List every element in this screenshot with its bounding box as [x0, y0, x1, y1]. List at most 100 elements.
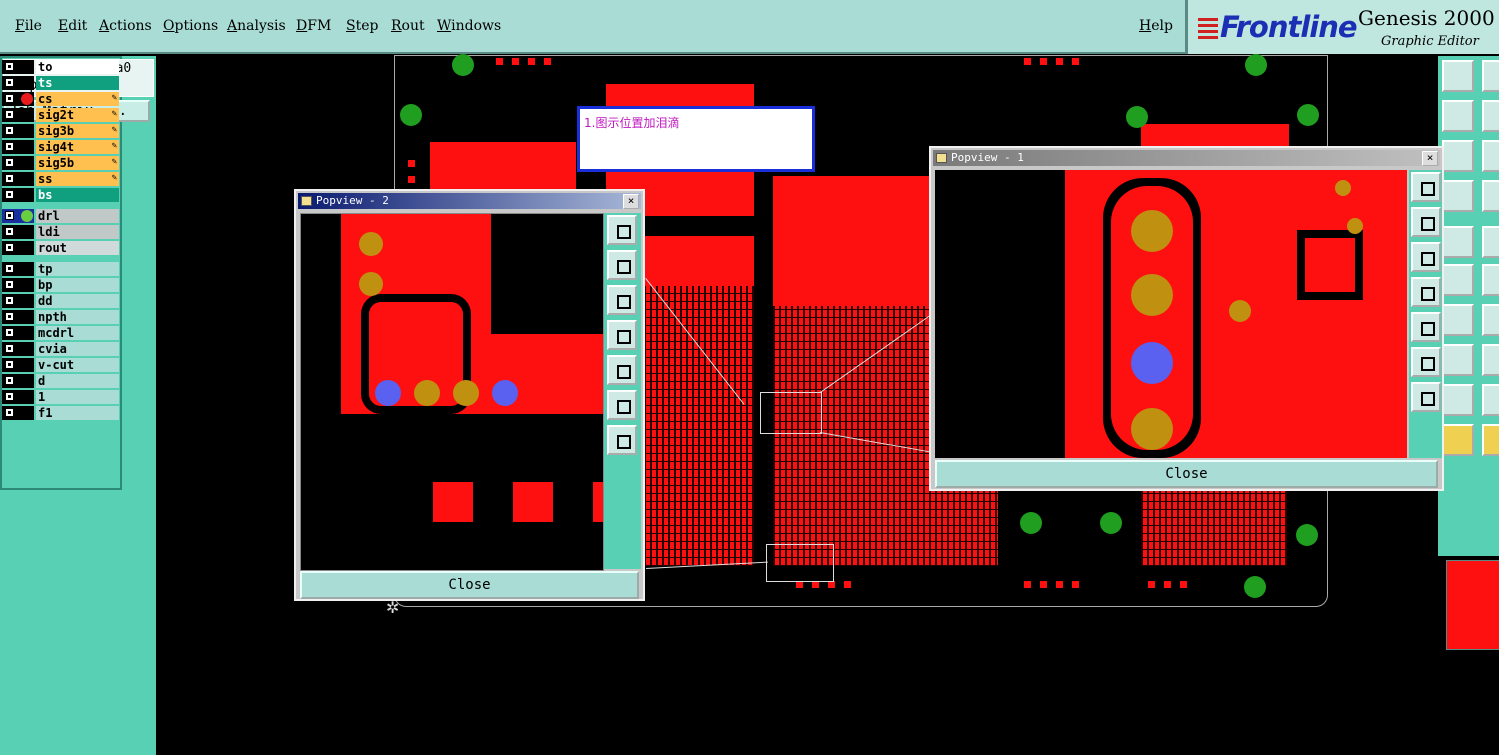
layer-checkbox[interactable] — [5, 312, 14, 321]
layer-checkbox[interactable] — [5, 344, 14, 353]
zoom-right-icon[interactable] — [1482, 100, 1499, 132]
menu-actions[interactable]: Actions — [99, 18, 152, 34]
zoom-home-icon[interactable] — [1442, 60, 1474, 92]
zoom-in-icon[interactable] — [1482, 60, 1499, 92]
layer-checkbox[interactable] — [5, 280, 14, 289]
pointer-icon[interactable] — [1482, 424, 1499, 456]
menu-file[interactable]: File — [15, 18, 42, 34]
menu-options[interactable]: Options — [163, 18, 218, 34]
layer-row[interactable]: v-cut — [2, 358, 119, 372]
popview-1-close-button[interactable]: Close — [935, 460, 1438, 488]
pan-icon[interactable] — [1482, 140, 1499, 172]
menu-dfm[interactable]: DFM — [296, 18, 331, 34]
menu-step[interactable]: Step — [346, 18, 378, 34]
snap-icon[interactable] — [1442, 226, 1474, 258]
layer-row[interactable]: bs — [2, 188, 119, 202]
menu-rout[interactable]: Rout — [391, 18, 425, 34]
layer-checkbox[interactable] — [5, 110, 14, 119]
popview-2-viewport[interactable] — [300, 213, 604, 571]
layer-checkbox[interactable] — [5, 227, 14, 236]
popview-2-close-button[interactable]: Close — [300, 571, 639, 599]
layer-row[interactable]: ss ✎ — [2, 172, 119, 186]
layer-checkbox[interactable] — [5, 328, 14, 337]
popview-1-titlebar[interactable]: Popview - 1 × — [933, 150, 1440, 166]
layer-row[interactable]: sig4t ✎ — [2, 140, 119, 154]
pan-up-icon[interactable] — [1411, 207, 1441, 237]
zoom-out-icon[interactable] — [607, 425, 637, 455]
layer-checkbox[interactable] — [5, 392, 14, 401]
measure-icon[interactable] — [1442, 180, 1474, 212]
layer-checkbox[interactable] — [5, 264, 14, 273]
measure-alt-icon[interactable] — [1482, 180, 1499, 212]
layer-row[interactable]: sig2t ✎ — [2, 108, 119, 122]
angle-tool-icon[interactable] — [1482, 384, 1499, 416]
layer-row[interactable]: bp — [2, 278, 119, 292]
popview-2-title: Popview - 2 — [316, 194, 389, 207]
layer-row[interactable]: f1 — [2, 406, 119, 420]
layer-row[interactable]: npth — [2, 310, 119, 324]
layer-checkbox[interactable] — [5, 408, 14, 417]
layer-row[interactable]: d — [2, 374, 119, 388]
layer-row[interactable]: to — [2, 60, 119, 74]
layer-row[interactable]: cs ✎ — [2, 92, 119, 106]
zoom-left-icon[interactable] — [1442, 100, 1474, 132]
select-cursor-icon[interactable] — [1442, 424, 1474, 456]
line-tool-icon[interactable] — [1442, 304, 1474, 336]
menu-windows[interactable]: Windows — [437, 18, 501, 34]
pad — [1335, 180, 1351, 196]
pan-right-icon[interactable] — [607, 355, 637, 385]
layer-row[interactable]: drl — [2, 209, 119, 223]
layer-checkbox[interactable] — [5, 62, 14, 71]
layer-checkbox[interactable] — [5, 126, 14, 135]
zoom-in-icon[interactable] — [1411, 172, 1441, 202]
pan-up-icon[interactable] — [607, 250, 637, 280]
pan-left-icon[interactable] — [607, 320, 637, 350]
menu-analysis[interactable]: Analysis — [227, 18, 286, 34]
pan-left-icon[interactable] — [1411, 277, 1441, 307]
layer-checkbox[interactable] — [5, 190, 14, 199]
layer-row[interactable]: ts — [2, 76, 119, 90]
via — [1020, 512, 1042, 534]
menu-edit[interactable]: Edit — [58, 18, 87, 34]
connect-icon[interactable] — [1442, 264, 1474, 296]
layer-checkbox[interactable] — [5, 158, 14, 167]
layer-row[interactable]: ldi — [2, 225, 119, 239]
pan-down-icon[interactable] — [607, 285, 637, 315]
close-icon[interactable]: × — [1422, 151, 1438, 166]
layer-checkbox[interactable] — [5, 94, 14, 103]
pan-down-icon[interactable] — [1411, 242, 1441, 272]
layer-row[interactable]: cvia — [2, 342, 119, 356]
pad-tool-icon[interactable] — [1442, 344, 1474, 376]
layer-row[interactable]: mcdrl — [2, 326, 119, 340]
layer-row[interactable]: sig5b ✎ — [2, 156, 119, 170]
layer-checkbox[interactable] — [5, 376, 14, 385]
menu-help[interactable]: Help — [1139, 18, 1173, 34]
zoom-fit-icon[interactable] — [607, 390, 637, 420]
layer-row[interactable]: sig3b ✎ — [2, 124, 119, 138]
layer-checkbox[interactable] — [5, 296, 14, 305]
zoom-in-icon[interactable] — [607, 215, 637, 245]
layer-checkbox[interactable] — [5, 360, 14, 369]
layer-row[interactable]: tp — [2, 262, 119, 276]
zoom-fit-icon[interactable] — [1411, 347, 1441, 377]
layer-checkbox[interactable] — [5, 78, 14, 87]
popview-1-viewport[interactable] — [935, 170, 1407, 458]
close-icon[interactable]: × — [623, 194, 639, 209]
route-icon[interactable] — [1482, 264, 1499, 296]
arc-tool-icon[interactable] — [1482, 304, 1499, 336]
zoom-out-icon[interactable] — [1411, 382, 1441, 412]
layer-checkbox[interactable] — [5, 142, 14, 151]
layer-checkbox[interactable] — [5, 174, 14, 183]
popview-2-titlebar[interactable]: Popview - 2 × — [298, 193, 641, 209]
layer-row[interactable]: rout — [2, 241, 119, 255]
triangle-tool-icon[interactable] — [1442, 384, 1474, 416]
layer-row[interactable]: dd — [2, 294, 119, 308]
overview-map[interactable] — [1438, 556, 1499, 755]
zoom-fit-icon[interactable] — [1442, 140, 1474, 172]
layer-checkbox[interactable] — [5, 211, 14, 220]
pan-right-icon[interactable] — [1411, 312, 1441, 342]
layer-row[interactable]: 1 — [2, 390, 119, 404]
layer-checkbox[interactable] — [5, 243, 14, 252]
draw-icon[interactable] — [1482, 226, 1499, 258]
split-tool-icon[interactable] — [1482, 344, 1499, 376]
